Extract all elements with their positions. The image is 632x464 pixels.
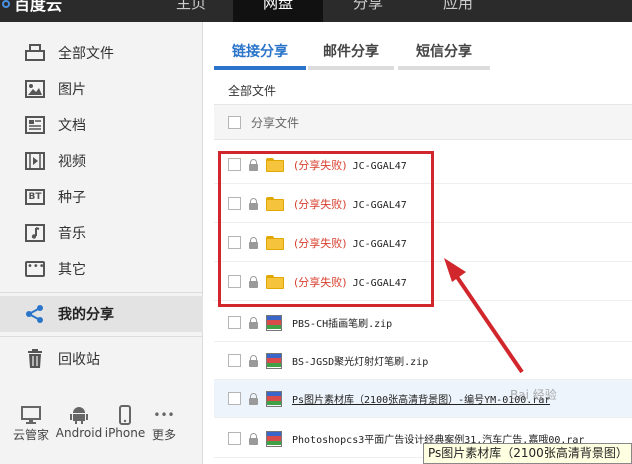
more-icon-text: ••• (25, 261, 45, 277)
device-label: iPhone (104, 426, 146, 440)
sidebar-item-recycle-bin[interactable]: 回收站 (0, 341, 203, 377)
bt-icon: BT (24, 187, 46, 207)
file-name[interactable]: PBS-CH插画笔刷.zip (292, 315, 392, 330)
nav-share[interactable]: 分享 (323, 0, 413, 22)
file-name[interactable]: BS-JGSD聚光灯射灯笔刷.zip (292, 353, 428, 368)
device-label: 更多 (151, 428, 176, 442)
ellipsis-icon: ••• (153, 408, 175, 422)
watermark: Bai 经验 (510, 388, 557, 402)
sidebar-item-label: 文档 (58, 118, 86, 134)
logo-text: 百度云 (14, 0, 63, 14)
device-cloud-manager[interactable]: 云管家 (8, 404, 54, 443)
device-more[interactable]: ••• 更多 (146, 404, 182, 443)
logo[interactable]: 百度云 (0, 0, 150, 22)
device-android[interactable]: Android (54, 404, 104, 440)
annotation-highlight-box (218, 151, 434, 307)
sidebar-item-images[interactable]: 图片 (0, 71, 203, 107)
nav-netdisk[interactable]: 网盘 (233, 0, 323, 22)
video-icon (24, 151, 46, 171)
breadcrumb[interactable]: 全部文件 (228, 82, 276, 99)
sidebar-item-label: 种子 (58, 190, 86, 206)
tab-email-share[interactable]: 邮件分享 (308, 38, 394, 68)
row-checkbox[interactable] (228, 432, 241, 445)
row-checkbox[interactable] (228, 354, 241, 367)
tab-link-share[interactable]: 链接分享 (214, 38, 306, 68)
lock-icon (249, 392, 258, 405)
document-icon (24, 115, 46, 135)
row-checkbox[interactable] (228, 392, 241, 405)
column-header-shared-files: 分享文件 (251, 115, 300, 130)
sidebar-item-label: 音乐 (58, 226, 86, 242)
sidebar-item-label: 全部文件 (58, 46, 114, 62)
tab-underline (308, 66, 394, 70)
archive-icon (266, 352, 282, 369)
table-header: 分享文件 (214, 104, 632, 140)
nav-home[interactable]: 主页 (150, 0, 232, 22)
sidebar: 全部文件 图片 文档 视频 BT 种子 音乐 ••• 其它 我的分享 回收站 云… (0, 22, 203, 464)
sidebar-divider (0, 336, 203, 337)
music-icon (24, 223, 46, 243)
phone-icon (104, 404, 146, 426)
tab-sms-share[interactable]: 短信分享 (398, 38, 490, 68)
row-checkbox[interactable] (228, 316, 241, 329)
sidebar-item-documents[interactable]: 文档 (0, 107, 203, 143)
sidebar-item-all-files[interactable]: 全部文件 (0, 35, 203, 71)
table-row[interactable]: BS-JGSD聚光灯射灯笔刷.zip (214, 342, 632, 380)
share-icon (24, 304, 46, 324)
image-icon (24, 79, 46, 99)
device-label: 云管家 (12, 428, 49, 442)
sidebar-item-label: 回收站 (58, 352, 100, 368)
nav-apps[interactable]: 应用 (413, 0, 503, 22)
table-row[interactable]: PBS-CH插画笔刷.zip (214, 304, 632, 342)
table-row[interactable]: Ps图片素材库（2100张高清背景图）-编号YM-0100.rar (214, 380, 632, 418)
sidebar-divider (0, 292, 203, 293)
top-nav-bar: 百度云 主页 网盘 分享 应用 (0, 0, 632, 22)
android-icon (54, 404, 104, 426)
device-iphone[interactable]: iPhone (104, 404, 146, 440)
sidebar-item-label: 我的分享 (58, 307, 114, 323)
sidebar-item-label: 其它 (58, 262, 86, 278)
monitor-icon (8, 404, 54, 426)
archive-icon (266, 390, 282, 407)
sidebar-item-label: 视频 (58, 154, 86, 170)
tab-underline-active (214, 66, 306, 70)
sidebar-item-my-shares[interactable]: 我的分享 (0, 296, 203, 332)
sidebar-item-videos[interactable]: 视频 (0, 143, 203, 179)
archive-icon (266, 430, 282, 447)
archive-icon (266, 314, 282, 331)
printer-icon (24, 43, 46, 63)
lock-icon (249, 432, 258, 445)
trash-icon (24, 349, 46, 369)
filename-tooltip: Ps图片素材库（2100张高清背景图） (423, 443, 632, 464)
lock-icon (249, 316, 258, 329)
lock-icon (249, 354, 258, 367)
sidebar-item-label: 图片 (58, 82, 86, 98)
select-all-checkbox[interactable] (228, 115, 241, 129)
sidebar-item-torrents[interactable]: BT 种子 (0, 179, 203, 215)
sidebar-item-music[interactable]: 音乐 (0, 215, 203, 251)
sidebar-item-other[interactable]: ••• 其它 (0, 251, 203, 287)
tab-underline (398, 66, 490, 70)
device-label: Android (55, 426, 103, 440)
cloud-logo-icon (2, 0, 10, 8)
more-icon: ••• (24, 259, 46, 279)
bt-icon-text: BT (25, 189, 45, 205)
